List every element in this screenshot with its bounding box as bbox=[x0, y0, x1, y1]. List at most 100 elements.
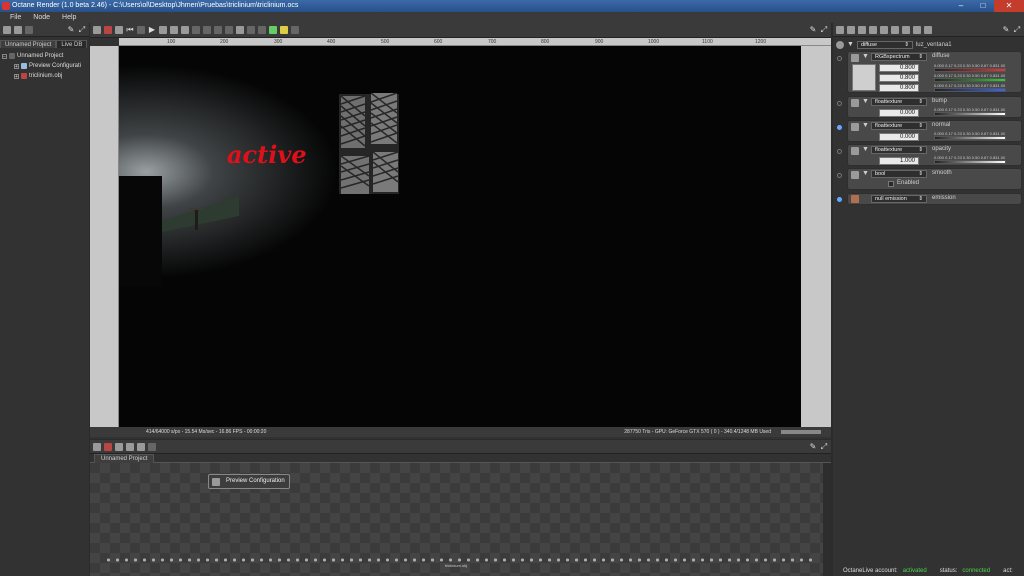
pin-radio[interactable] bbox=[837, 101, 842, 106]
collapse-arrow-icon[interactable]: ▼ bbox=[862, 53, 869, 60]
menu-help[interactable]: Help bbox=[56, 12, 82, 23]
layout-icon[interactable] bbox=[148, 442, 156, 451]
kernel-icon[interactable] bbox=[924, 25, 932, 34]
expand-node-icon[interactable]: + bbox=[14, 63, 19, 69]
pin-type-dropdown[interactable]: floattexture ⇕ bbox=[871, 122, 927, 130]
expand-icon[interactable]: ⤢ bbox=[1013, 25, 1021, 34]
minimize-button[interactable]: – bbox=[950, 0, 972, 12]
enabled-checkbox[interactable] bbox=[888, 181, 894, 187]
collapse-arrow-icon[interactable]: ▼ bbox=[847, 41, 854, 48]
close-button[interactable]: ✕ bbox=[994, 0, 1024, 12]
copy-icon[interactable] bbox=[847, 25, 855, 34]
pin-radio[interactable] bbox=[837, 56, 842, 61]
menu-file[interactable]: File bbox=[4, 12, 27, 23]
region-icon[interactable] bbox=[203, 26, 211, 34]
rewind-icon[interactable]: ⏮ bbox=[126, 26, 134, 34]
blue-slider[interactable] bbox=[934, 88, 1006, 92]
expand-node-icon[interactable]: + bbox=[14, 73, 19, 79]
opacity-value-input[interactable]: 1.000 bbox=[879, 157, 919, 165]
pin-radio[interactable] bbox=[837, 197, 842, 202]
collapse-icon[interactable]: − bbox=[2, 53, 7, 59]
pin-radio[interactable] bbox=[837, 173, 842, 178]
info-icon[interactable] bbox=[280, 26, 288, 34]
node-graph-canvas[interactable]: Preview Configuration triclinium.obj bbox=[90, 463, 823, 576]
gpu-icon[interactable] bbox=[269, 26, 277, 34]
material-picker-icon[interactable] bbox=[181, 26, 189, 34]
graph-icon[interactable] bbox=[115, 442, 123, 451]
expand-icon[interactable]: ⤢ bbox=[820, 442, 828, 451]
bump-slider[interactable] bbox=[934, 112, 1006, 116]
new-node-icon[interactable] bbox=[93, 442, 101, 451]
tree-item-triclinium[interactable]: + triclinium.obj bbox=[2, 71, 81, 81]
clay-icon[interactable] bbox=[291, 26, 299, 34]
collapse-arrow-icon[interactable]: ▼ bbox=[862, 170, 869, 177]
expand-icon[interactable]: ⤢ bbox=[820, 26, 828, 34]
wrench-icon[interactable]: ✎ bbox=[809, 442, 817, 451]
color-swatch[interactable] bbox=[852, 64, 876, 91]
material-type-dropdown[interactable]: diffuse ⇕ bbox=[856, 40, 913, 49]
pin-type-dropdown[interactable]: floattexture ⇕ bbox=[871, 146, 927, 154]
texture-icon[interactable] bbox=[880, 25, 888, 34]
collapse-arrow-icon[interactable]: ▼ bbox=[862, 98, 869, 105]
focus-picker-icon[interactable] bbox=[170, 26, 178, 34]
wrench-icon[interactable]: ✎ bbox=[67, 25, 75, 34]
pin-type-dropdown[interactable]: RGBspectrum ⇕ bbox=[871, 53, 927, 61]
tab-unnamed-project[interactable]: Unnamed Project bbox=[0, 40, 57, 48]
pin-type-dropdown[interactable]: bool ⇕ bbox=[871, 170, 927, 178]
pin-type-dropdown[interactable]: floattexture ⇕ bbox=[871, 98, 927, 106]
lock-icon[interactable] bbox=[258, 26, 266, 34]
menu-node[interactable]: Node bbox=[27, 12, 56, 23]
wrench-icon[interactable]: ✎ bbox=[809, 26, 817, 34]
tree-item-preview-config[interactable]: + Preview Configurati bbox=[2, 61, 81, 71]
layers-icon[interactable] bbox=[25, 25, 33, 34]
expand-icon[interactable]: ⤢ bbox=[78, 25, 86, 34]
blue-value-input[interactable]: 0.800 bbox=[879, 84, 919, 92]
normal-slider[interactable] bbox=[934, 136, 1006, 140]
inspector-header: ▼ diffuse ⇕ luz_ventana1 bbox=[836, 39, 1022, 50]
preview-configuration-node[interactable]: Preview Configuration bbox=[208, 474, 290, 489]
camera-settings-icon[interactable] bbox=[913, 25, 921, 34]
green-value-input[interactable]: 0.800 bbox=[879, 74, 919, 82]
collapse-arrow-icon[interactable]: ▼ bbox=[862, 122, 869, 129]
red-value-input[interactable]: 0.800 bbox=[879, 64, 919, 72]
maximize-button[interactable]: □ bbox=[972, 0, 994, 12]
app-icon bbox=[2, 2, 10, 10]
pin-radio[interactable] bbox=[837, 149, 842, 154]
play-icon[interactable]: ▶ bbox=[148, 26, 156, 34]
tab-live-db[interactable]: Live DB bbox=[56, 40, 88, 48]
import-icon[interactable] bbox=[126, 442, 134, 451]
camera-icon[interactable] bbox=[159, 26, 167, 34]
status-label: status: bbox=[939, 568, 958, 574]
render-image[interactable]: active bbox=[119, 46, 801, 427]
paste-icon[interactable] bbox=[858, 25, 866, 34]
stop-render-icon[interactable] bbox=[104, 26, 112, 34]
load-icon[interactable] bbox=[3, 25, 11, 34]
red-slider[interactable] bbox=[934, 68, 1006, 72]
sphere-alt-icon[interactable] bbox=[225, 26, 233, 34]
inspector-icon[interactable] bbox=[836, 25, 844, 34]
env-icon[interactable] bbox=[902, 25, 910, 34]
wrench-icon[interactable]: ✎ bbox=[1002, 25, 1010, 34]
pin-radio[interactable] bbox=[837, 125, 842, 130]
delete-node-icon[interactable] bbox=[104, 442, 112, 451]
save-image-icon[interactable] bbox=[93, 26, 101, 34]
white-balance-icon[interactable] bbox=[192, 26, 200, 34]
checker-icon[interactable] bbox=[247, 26, 255, 34]
sphere-icon[interactable] bbox=[214, 26, 222, 34]
restart-icon[interactable] bbox=[115, 26, 123, 34]
normal-value-input[interactable]: 0.000 bbox=[879, 133, 919, 141]
pause-icon[interactable] bbox=[137, 26, 145, 34]
opacity-slider[interactable] bbox=[934, 160, 1006, 164]
save-icon[interactable] bbox=[14, 25, 22, 34]
film-icon[interactable] bbox=[891, 25, 899, 34]
image-icon[interactable] bbox=[869, 25, 877, 34]
tree-item-project[interactable]: − Unnamed Project bbox=[2, 51, 81, 61]
pin-type-dropdown[interactable]: null emission ⇕ bbox=[871, 195, 927, 203]
collapse-arrow-icon[interactable]: ▼ bbox=[862, 146, 869, 153]
bump-value-input[interactable]: 0.000 bbox=[879, 109, 919, 117]
grid-icon[interactable] bbox=[236, 26, 244, 34]
refresh-icon[interactable] bbox=[137, 442, 145, 451]
viewport-scroll-area[interactable] bbox=[801, 46, 831, 427]
node-graph-scrollbar[interactable] bbox=[823, 463, 831, 576]
green-slider[interactable] bbox=[934, 78, 1006, 82]
